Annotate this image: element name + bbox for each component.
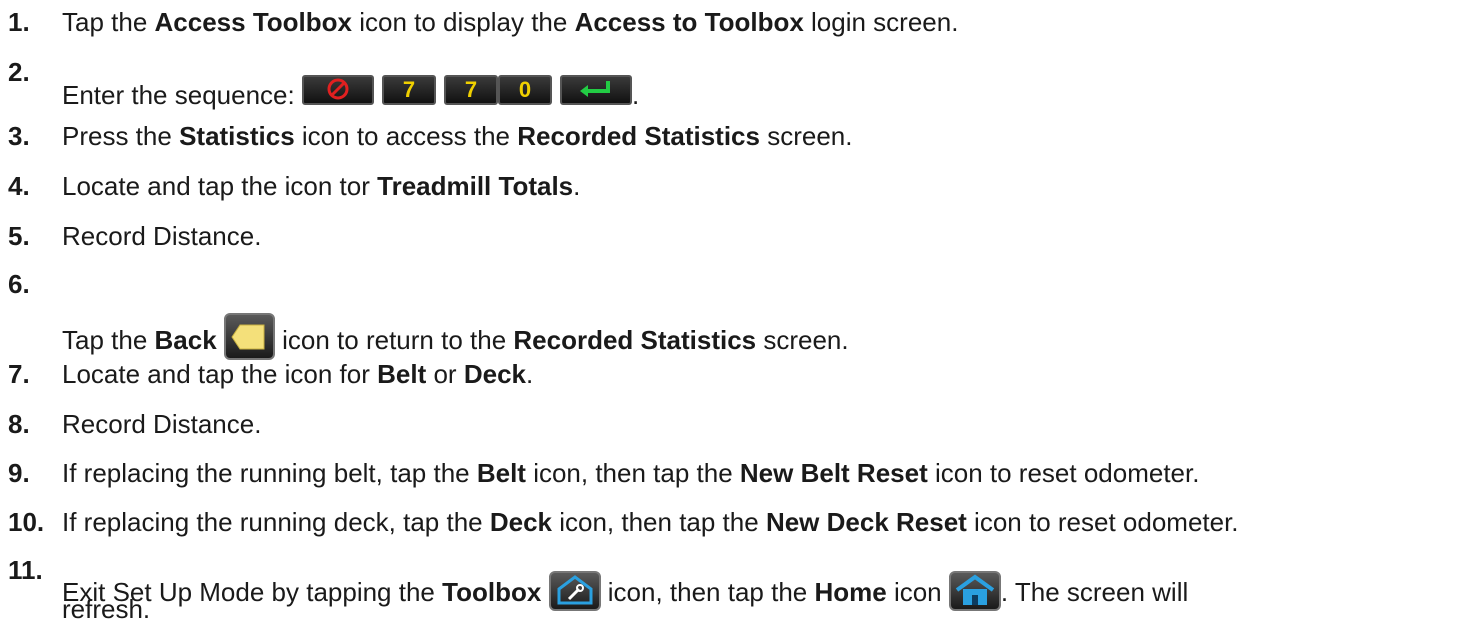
back-icon: [223, 313, 275, 360]
step-10-text: If replacing the running deck, tap the D…: [62, 507, 1239, 537]
step-number: 6.: [8, 269, 30, 299]
key-7: 7: [381, 75, 436, 105]
no-entry-icon: [301, 75, 374, 105]
step-number: 7.: [8, 359, 30, 389]
step-11-text: Exit Set Up Mode by tapping the Toolbox …: [62, 568, 1188, 611]
step-6-text: Tap the Back icon to return to the Recor…: [62, 309, 849, 360]
step-number: 8.: [8, 409, 30, 439]
step-number: 9.: [8, 458, 30, 488]
step-number: 5.: [8, 221, 30, 251]
toolbox-icon: [548, 571, 601, 611]
step-4-text: Locate and tap the icon tor Treadmill To…: [62, 171, 581, 201]
home-icon: [948, 571, 1001, 611]
step-number: 10.: [8, 507, 45, 537]
step-1-text: Tap the Access Toolbox icon to display t…: [62, 7, 959, 37]
enter-arrow-icon: [559, 75, 632, 105]
step-number: 4.: [8, 171, 30, 201]
step-7-text: Locate and tap the icon for Belt or Deck…: [62, 359, 534, 389]
step-2-text: Enter the sequence: 770 .: [62, 75, 640, 110]
step-11-continuation: refresh.: [62, 594, 151, 624]
step-number: 2.: [8, 57, 30, 87]
step-8-text: Record Distance.: [62, 409, 262, 439]
step-9-text: If replacing the running belt, tap the B…: [62, 458, 1200, 488]
step-5-text: Record Distance.: [62, 221, 262, 251]
step-number: 3.: [8, 121, 30, 151]
key-7: 7: [443, 75, 498, 105]
step-number: 11.: [8, 555, 43, 585]
step-number: 1.: [8, 7, 30, 37]
key-0: 0: [497, 75, 552, 105]
step-3-text: Press the Statistics icon to access the …: [62, 121, 853, 151]
